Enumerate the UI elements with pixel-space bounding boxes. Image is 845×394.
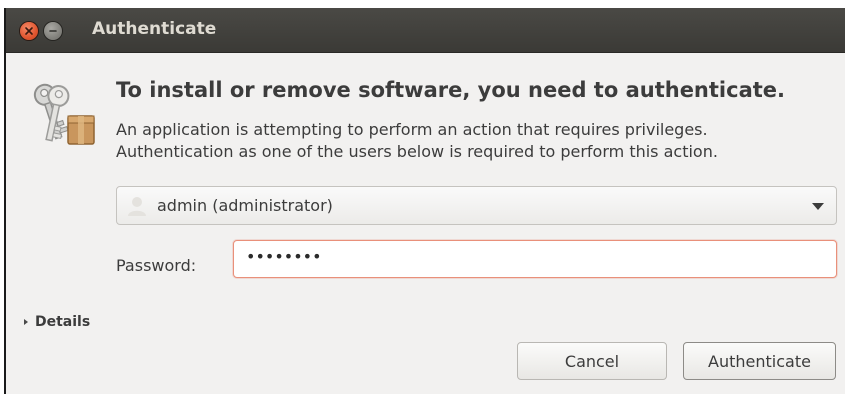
password-label: Password: (116, 256, 197, 275)
details-expander[interactable]: Details (24, 314, 90, 330)
close-button[interactable] (20, 22, 38, 40)
user-select[interactable]: admin (administrator) (116, 186, 837, 225)
details-label: Details (35, 314, 91, 330)
keys-icon (33, 83, 95, 145)
password-value: •••••••• (246, 247, 322, 266)
dialog-heading: To install or remove software, you need … (116, 78, 785, 102)
chevron-down-icon (812, 203, 824, 210)
close-icon (25, 27, 33, 35)
window-title: Authenticate (92, 19, 217, 39)
description-line-2: Authentication as one of the users below… (116, 142, 718, 161)
authenticate-button[interactable]: Authenticate (683, 342, 836, 380)
disclosure-arrow-icon (24, 319, 28, 325)
cancel-button[interactable]: Cancel (517, 342, 667, 380)
selected-user-label: admin (administrator) (157, 196, 333, 215)
title-bar[interactable]: Authenticate (6, 8, 845, 53)
user-avatar-icon (128, 197, 146, 216)
description-line-1: An application is attempting to perform … (116, 120, 708, 139)
minimize-button[interactable] (44, 22, 62, 40)
password-field[interactable]: •••••••• (233, 240, 837, 278)
authenticate-dialog: Authenticate To install or remove softwa… (4, 8, 845, 394)
minimize-icon (49, 30, 57, 32)
dialog-description: An application is attempting to perform … (116, 119, 718, 163)
